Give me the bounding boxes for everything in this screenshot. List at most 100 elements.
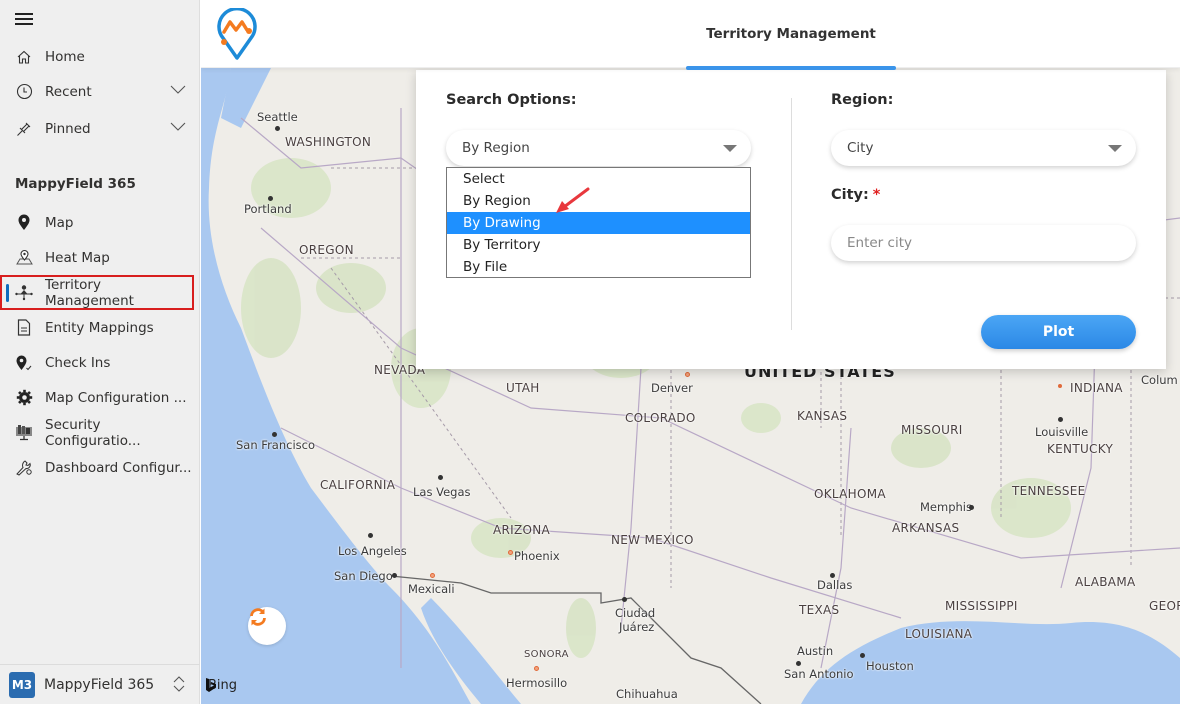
map-label-denver: Denver (651, 381, 693, 395)
region-select[interactable]: City (831, 130, 1136, 166)
nav-heat-map-label: Heat Map (45, 249, 110, 266)
map-label-arkansas: ARKANSAS (892, 521, 960, 535)
map-label-washington: WASHINGTON (285, 135, 372, 149)
heat-map-icon (15, 249, 33, 267)
map-label-san-diego: San Diego (334, 569, 393, 583)
nav-security-configuration[interactable]: Security Configuratio... (0, 415, 200, 450)
hamburger-menu-button[interactable] (15, 13, 33, 25)
city-input-placeholder: Enter city (847, 235, 912, 251)
map-label-columbus: Colum (1141, 373, 1178, 387)
city-marker (1058, 384, 1062, 388)
sidebar: Home Recent Pinned MappyField 365 Map He… (0, 0, 200, 704)
map-label-kentucky: KENTUCKY (1047, 442, 1114, 456)
wrench-gear-icon (15, 459, 33, 477)
caret-down-icon (1108, 145, 1122, 152)
refresh-icon (250, 608, 266, 626)
map-label-new-mexico: NEW MEXICO (611, 533, 694, 547)
option-select[interactable]: Select (447, 168, 750, 190)
map-label-tennessee: TENNESSEE (1012, 484, 1086, 498)
city-marker (969, 505, 974, 510)
map-label-kansas: KANSAS (797, 409, 848, 423)
map-label-los-angeles: Los Angeles (338, 544, 407, 558)
map-label-missouri: MISSOURI (901, 423, 963, 437)
main-area: Territory Management Seattle WASHINGTON … (201, 0, 1180, 704)
tab-territory-management[interactable]: Territory Management (686, 0, 896, 68)
nav-entity-mappings[interactable]: Entity Mappings (0, 310, 200, 345)
refresh-button[interactable] (248, 607, 286, 645)
option-by-territory[interactable]: By Territory (447, 234, 750, 256)
city-marker (1058, 417, 1063, 422)
search-options-select[interactable]: By Region (446, 130, 751, 166)
option-by-region[interactable]: By Region (447, 190, 750, 212)
city-marker (796, 661, 801, 666)
nav-dashboard-configuration[interactable]: Dashboard Configur... (0, 450, 200, 485)
city-label: City: * (831, 187, 880, 203)
header: Territory Management (201, 0, 1180, 70)
security-icon (15, 424, 33, 442)
search-panel: Search Options: By Region Select By Regi… (416, 70, 1166, 369)
nav-map-configuration[interactable]: Map Configuration ... (0, 380, 200, 415)
chevron-down-icon[interactable] (170, 83, 186, 99)
check-in-icon (15, 354, 33, 372)
city-input[interactable]: Enter city (831, 225, 1136, 261)
nav-home[interactable]: Home (0, 39, 200, 74)
red-arrow-annotation-icon (556, 187, 590, 213)
city-marker (534, 666, 539, 671)
map-label-louisiana: LOUISIANA (905, 627, 973, 641)
map-label-texas: TEXAS (799, 603, 840, 617)
active-indicator (6, 284, 9, 302)
app-badge: M3 (9, 671, 35, 698)
map-label-georgia: GEORGI (1149, 599, 1180, 613)
nav-map[interactable]: Map (0, 205, 200, 240)
nav-territory-management[interactable]: Territory Management (0, 275, 194, 310)
plot-button[interactable]: Plot (981, 315, 1136, 349)
search-options-dropdown: Select By Region By Drawing By Territory… (446, 167, 751, 278)
city-marker (275, 126, 280, 131)
option-by-file[interactable]: By File (447, 256, 750, 278)
nav-dashboard-configuration-label: Dashboard Configur... (45, 459, 192, 476)
active-tab-indicator (686, 66, 896, 70)
map-label-hermosillo: Hermosillo (506, 676, 568, 690)
clock-icon (15, 83, 33, 101)
city-marker (392, 573, 397, 578)
nav-map-label: Map (45, 214, 74, 231)
required-marker: * (872, 187, 881, 203)
map-label-austin: Austin (797, 644, 834, 658)
mappyfield-logo-icon (215, 7, 259, 62)
region-value: City (847, 140, 874, 156)
search-options-label: Search Options: (446, 92, 577, 108)
nav-pinned[interactable]: Pinned (0, 111, 200, 146)
pin-icon (15, 120, 33, 138)
nav-territory-management-label: Territory Management (45, 276, 134, 309)
map-label-las-vegas: Las Vegas (413, 485, 471, 499)
app-switcher[interactable]: M3 MappyField 365 (0, 664, 200, 704)
city-label-text: City: (831, 187, 869, 203)
nav-recent[interactable]: Recent (0, 74, 200, 109)
city-marker (268, 196, 273, 201)
option-by-drawing[interactable]: By Drawing (447, 212, 750, 234)
map-label-juarez: Juárez (619, 620, 655, 634)
map-label-ciudad: Ciudad (615, 606, 656, 620)
document-icon (15, 319, 33, 337)
map-label-chihuahua: Chihuahua (616, 687, 678, 701)
city-marker (685, 372, 690, 377)
map-label-mexicali: Mexicali (408, 582, 455, 596)
bing-attribution[interactable]: Bing (205, 678, 237, 693)
map-label-phoenix: Phoenix (514, 549, 560, 563)
nav-check-ins[interactable]: Check Ins (0, 345, 200, 380)
nav-entity-mappings-label: Entity Mappings (45, 319, 154, 336)
map-label-alabama: ALABAMA (1075, 575, 1136, 589)
map-label-indiana: INDIANA (1070, 381, 1123, 395)
map-label-california: CALIFORNIA (320, 478, 396, 492)
map-label-oklahoma: OKLAHOMA (814, 487, 886, 501)
map-label-memphis: Memphis (920, 500, 972, 514)
map-label-dallas: Dallas (817, 578, 853, 592)
map-label-houston: Houston (866, 659, 914, 673)
app-name: MappyField 365 (44, 676, 155, 693)
territory-icon (15, 284, 33, 302)
map-label-mississippi: MISSISSIPPI (945, 599, 1018, 613)
chevron-up-down-icon[interactable] (172, 675, 186, 698)
nav-heat-map[interactable]: Heat Map (0, 240, 200, 275)
caret-down-icon (723, 145, 737, 152)
chevron-down-icon[interactable] (170, 120, 186, 136)
